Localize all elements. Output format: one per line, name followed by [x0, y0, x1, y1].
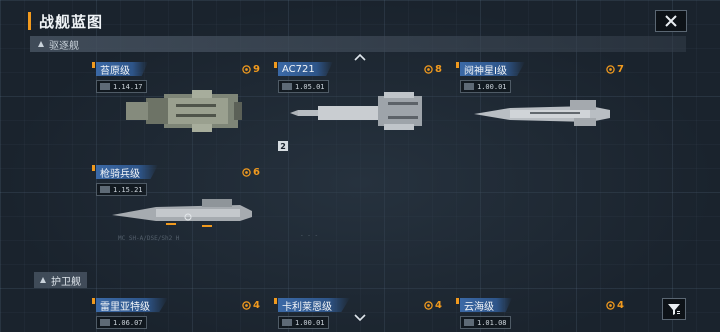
star-rating: 4 [424, 298, 442, 312]
ship-card[interactable]: 苔原级 9 1.14.17 [92, 62, 260, 152]
ship-card[interactable]: 阋神星I级 7 1.00.01 [456, 62, 624, 152]
section-label: 护卫舰 [51, 276, 81, 288]
close-icon [665, 15, 677, 27]
ship-name: 云海级 [460, 298, 512, 312]
filter-button[interactable] [662, 298, 686, 320]
level-badge: 2 [278, 141, 288, 151]
star-count: 4 [435, 299, 442, 311]
star-rating: 4 [242, 298, 260, 312]
stat-row: 1.00.01 [278, 316, 329, 329]
ship-image [112, 199, 252, 227]
stat-row: 1.01.08 [460, 316, 511, 329]
ship-card[interactable]: AC721 8 1.05.01 2 [274, 62, 442, 152]
card-accent [92, 298, 95, 304]
star-count: 8 [435, 63, 442, 75]
stat-row: 1.06.07 [96, 316, 147, 329]
star-rating: 9 [242, 62, 260, 76]
card-accent [92, 165, 95, 171]
close-button[interactable] [655, 10, 687, 32]
card-accent [274, 298, 277, 304]
ship-name: 苔原级 [96, 62, 148, 76]
section-header-destroyer[interactable]: 驱逐舰 [30, 36, 686, 52]
ship-name: 雷里亚特级 [96, 298, 168, 312]
stat-icon [464, 319, 474, 326]
ship-card[interactable]: 雷里亚特级 4 1.06.07 [92, 298, 260, 332]
card-accent [456, 298, 459, 304]
ship-image [474, 100, 610, 126]
star-count: 6 [253, 166, 260, 178]
chevron-up-icon[interactable] [353, 53, 367, 61]
star-count: 4 [617, 299, 624, 311]
page-title: 战舰蓝图 [28, 10, 103, 32]
section-label: 驱逐舰 [49, 40, 79, 52]
collapse-triangle-icon [38, 41, 44, 47]
stat-value: 1.06.07 [113, 318, 143, 327]
card-accent [92, 62, 95, 68]
star-icon [424, 300, 433, 310]
star-rating: 7 [606, 62, 624, 76]
star-icon [424, 64, 433, 74]
stat-icon [100, 319, 110, 326]
star-count: 4 [253, 299, 260, 311]
collapse-triangle-icon [40, 277, 46, 283]
card-accent [456, 62, 459, 68]
star-icon [606, 300, 615, 310]
title-accent-bar [28, 12, 31, 30]
ship-name: 阋神星I级 [460, 62, 525, 76]
chevron-down-icon[interactable] [353, 314, 367, 322]
stat-box: 1.06.07 [96, 316, 147, 329]
star-rating: 6 [242, 165, 260, 179]
star-icon [242, 300, 251, 310]
section-header-frigate[interactable]: 护卫舰 [34, 272, 87, 288]
stat-box: 1.01.08 [460, 316, 511, 329]
filter-icon [668, 304, 680, 315]
stat-icon [282, 319, 292, 326]
star-icon [242, 167, 251, 177]
star-rating: 4 [606, 298, 624, 312]
ship-image [126, 90, 242, 132]
ship-name: AC721 [278, 62, 333, 76]
stat-value: 1.00.01 [295, 318, 325, 327]
page-title-text: 战舰蓝图 [39, 12, 104, 31]
star-icon [606, 64, 615, 74]
star-count: 9 [253, 63, 260, 75]
blueprint-annotation: - - - [300, 232, 319, 239]
card-accent [274, 62, 277, 68]
star-rating: 8 [424, 62, 442, 76]
ship-name: 枪骑兵级 [96, 165, 158, 179]
ship-card[interactable]: 云海级 4 1.01.08 [456, 298, 624, 332]
star-icon [242, 64, 251, 74]
stat-value: 1.01.08 [477, 318, 507, 327]
ship-card[interactable]: 枪骑兵级 6 1.15.21 [92, 165, 260, 255]
ship-name: 卡利莱恩级 [278, 298, 350, 312]
stat-box: 1.00.01 [278, 316, 329, 329]
star-count: 7 [617, 63, 624, 75]
ship-image [290, 92, 422, 130]
